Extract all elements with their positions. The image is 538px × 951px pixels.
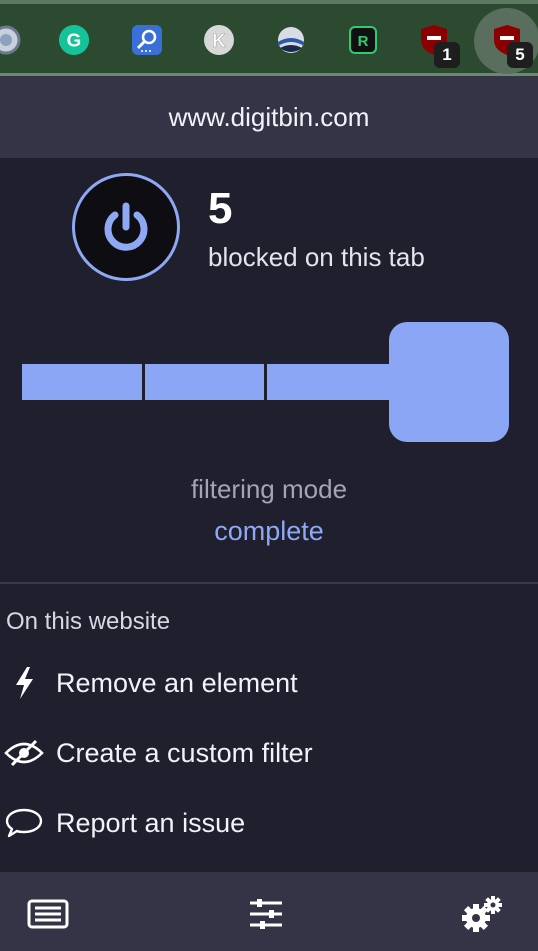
gears-icon[interactable] (458, 892, 506, 936)
extension-toolbar: G K R 1 5 (0, 0, 538, 76)
grammarly-icon[interactable]: G (58, 24, 90, 56)
section-title: On this website (6, 608, 171, 635)
remove-element-button[interactable]: Remove an element (0, 658, 538, 708)
blocked-count: 5 (208, 184, 233, 233)
divider (0, 582, 538, 584)
filtering-level-segment[interactable] (267, 364, 389, 400)
blocked-label: blocked on this tab (208, 242, 425, 272)
filtering-mode-slider[interactable] (22, 322, 510, 442)
power-switch-button[interactable] (72, 173, 180, 281)
tool-label: Remove an element (56, 668, 298, 698)
filtering-mode-value: complete (214, 516, 324, 546)
sliders-icon[interactable] (242, 892, 290, 936)
hostname: www.digitbin.com (0, 76, 538, 158)
report-issue-button[interactable]: Report an issue (0, 798, 538, 848)
list-icon[interactable] (24, 892, 72, 936)
popup-footer (0, 872, 538, 951)
sphere-extension-icon[interactable] (275, 24, 307, 56)
filtering-level-segment[interactable] (145, 364, 264, 400)
tool-label: Create a custom filter (56, 738, 313, 768)
ublock-popup: www.digitbin.com 5 blocked on this tab f… (0, 76, 538, 951)
eye-slash-icon (4, 735, 44, 771)
shield-partial-icon[interactable] (0, 24, 22, 56)
power-icon (104, 202, 148, 251)
tool-label: Report an issue (56, 808, 246, 838)
speech-bubble-icon (4, 805, 44, 841)
filtering-mode-label: filtering mode (190, 474, 348, 504)
svg-text:R: R (358, 33, 369, 50)
search-extension-icon[interactable] (131, 24, 163, 56)
svg-text:K: K (212, 31, 226, 52)
create-custom-filter-button[interactable]: Create a custom filter (0, 728, 538, 778)
ublock-active-badge: 5 (507, 42, 533, 68)
svg-text:G: G (67, 30, 82, 51)
lightning-icon (4, 665, 44, 701)
r-extension-icon[interactable]: R (347, 24, 379, 56)
filtering-mode-knob[interactable] (389, 322, 509, 442)
filtering-level-segment[interactable] (22, 364, 142, 400)
k-extension-icon[interactable]: K (203, 24, 235, 56)
ublock-badge: 1 (434, 42, 460, 68)
